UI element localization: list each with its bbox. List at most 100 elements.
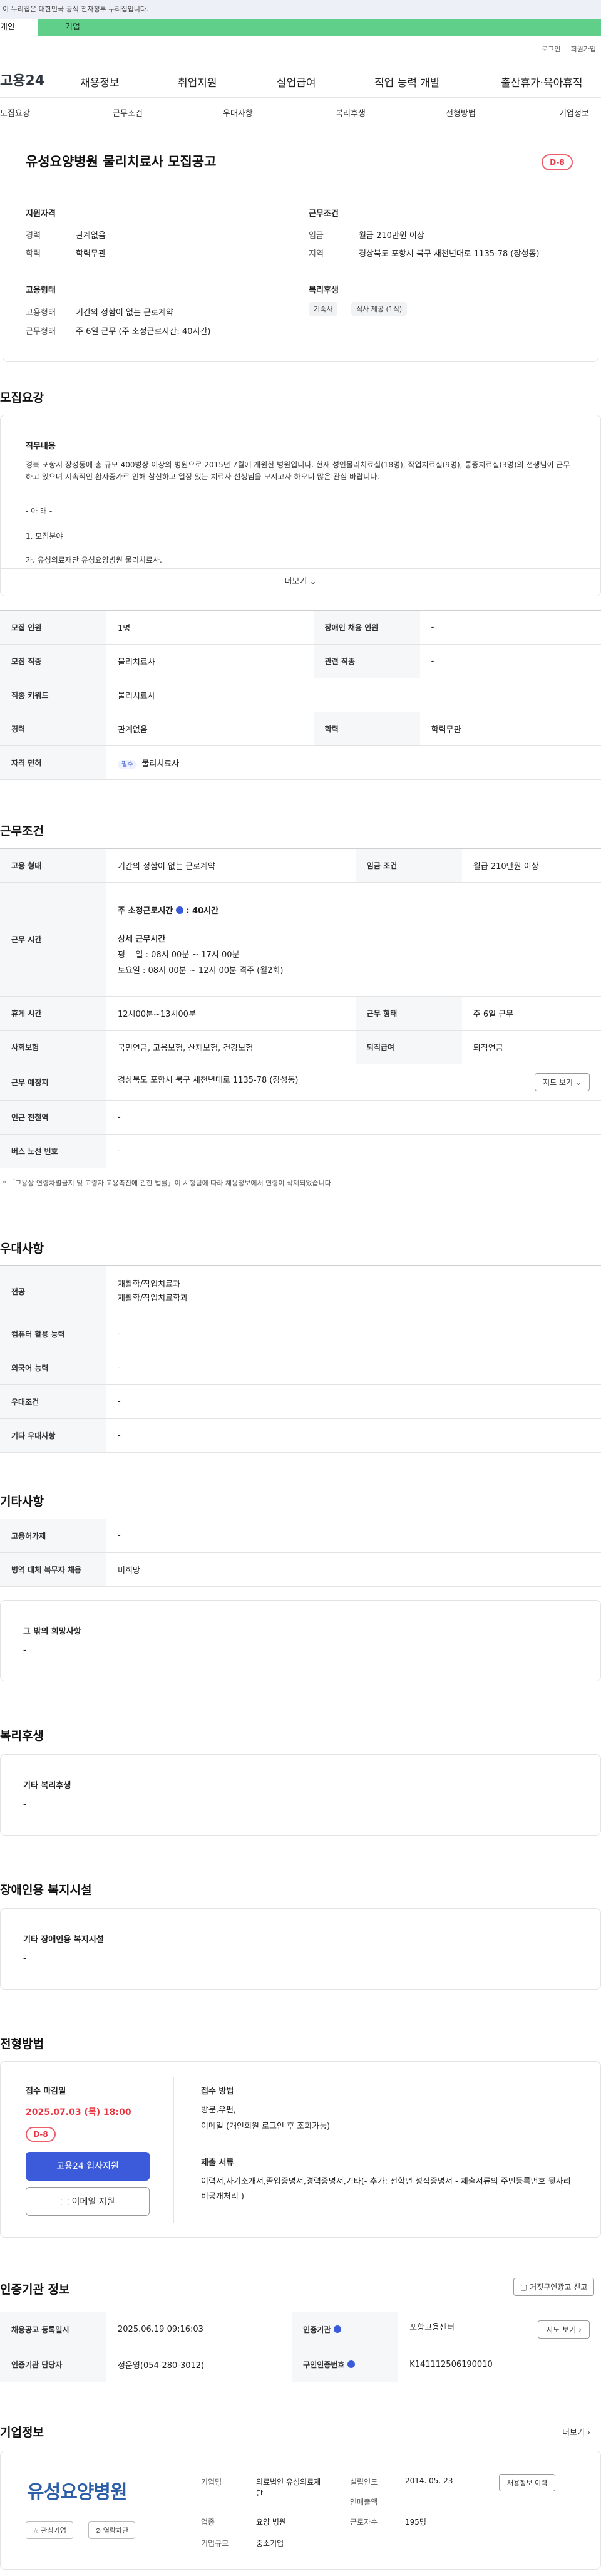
agency-map-button[interactable]: 지도 보기 ›: [538, 2320, 590, 2339]
snb-conditions[interactable]: 근무조건: [113, 106, 143, 118]
cell-value: 물리치료사: [106, 678, 601, 712]
work-type-value: 주 6일 근무 (주 소정근로시간: 40시간): [76, 327, 211, 336]
favorite-label: 관심기업: [41, 2527, 66, 2535]
agency-label: 인증기관: [303, 2325, 331, 2334]
deadline-label: 접수 마감일: [26, 2087, 66, 2096]
field-value: 요양 병원: [256, 2518, 286, 2527]
nav-jobs[interactable]: 채용정보: [80, 74, 120, 90]
snb-recruit[interactable]: 모집요강: [0, 106, 30, 118]
wage-label: 임금: [309, 231, 324, 241]
job-desc-line: 1. 모집분야: [26, 532, 63, 541]
qualification-heading: 지원자격: [26, 209, 56, 219]
info-icon: [347, 2360, 355, 2368]
required-tag: 필수: [118, 760, 137, 769]
field-label: 기업규모: [201, 2539, 229, 2548]
etc-table: 고용허가제 - 병역 대체 복무자 채용 비희망: [0, 1519, 601, 1587]
emp-type-value: 기간의 정함이 없는 근로계약: [76, 308, 173, 318]
conditions-section-heading: 근무조건: [0, 824, 44, 838]
cell-label: 장애인 채용 인원: [313, 610, 420, 645]
apply-box: 접수 마감일 2025.07.03 (목) 18:00 D-8 고용24 입사지…: [0, 2061, 601, 2238]
nav-unemployment-benefit[interactable]: 실업급여: [277, 74, 316, 90]
cell-label: 직종 키워드: [0, 678, 106, 712]
job-desc-line: 가. 유성의료재단 유성요양병원 물리치료사.: [26, 556, 162, 564]
divider: [173, 2077, 174, 2223]
education-label: 학력: [26, 249, 41, 259]
email-apply-button[interactable]: 이메일 지원: [26, 2187, 150, 2216]
welfare-section-heading: 복리후생: [0, 1729, 44, 1743]
more-label: 더보기: [284, 577, 307, 586]
cell-value: 12시00분~13시00분: [106, 996, 356, 1031]
career-label: 경력: [26, 231, 41, 241]
tab-company[interactable]: 기업: [38, 19, 601, 36]
hiring-history-button[interactable]: 채용정보 이력: [499, 2474, 556, 2491]
cell-label: 기타 우대사항: [0, 1418, 106, 1453]
method-value: 방문,우편,: [201, 2106, 237, 2115]
block-view-button[interactable]: ⊘ 열람차단: [88, 2521, 136, 2539]
field-label: 설립연도: [350, 2478, 378, 2486]
welfare-box-value: -: [23, 1800, 26, 1809]
snb-welfare[interactable]: 복리후생: [336, 106, 366, 118]
weekly-hours-value: : 40시간: [186, 906, 219, 916]
site-logo[interactable]: 고용24: [0, 70, 75, 90]
chevron-down-icon: ⌄: [575, 1078, 582, 1087]
detail-hours-line: 토요일 : 08시 00분 ~ 12시 00분 격주 (월2회): [118, 965, 284, 975]
nav-training[interactable]: 직업 능력 개발: [374, 74, 440, 90]
cell-label: 컴퓨터 활용 능력: [0, 1317, 106, 1351]
job-desc-line: - 아 래 -: [26, 507, 53, 516]
method-value: 이메일 (개인회원 로그인 후 조회가능): [201, 2122, 331, 2131]
cell-value: 주 6일 근무: [461, 996, 601, 1031]
conditions-heading: 근무조건: [309, 209, 339, 219]
hope-value: -: [23, 1646, 26, 1655]
field-value: 의료법인 유성의료재단: [256, 2478, 321, 2498]
tab-personal[interactable]: 개인: [0, 19, 38, 36]
cell-label: 근무 시간: [0, 882, 106, 997]
report-ad-label: 거짓구인광고 신고: [530, 2283, 588, 2292]
clock-icon: [175, 906, 183, 914]
company-more-label: 더보기: [562, 2428, 585, 2438]
snb-company[interactable]: 기업정보: [559, 106, 589, 118]
cell-label: 퇴직급여: [355, 1030, 462, 1064]
cell-label: 인증기관 담당자: [0, 2347, 106, 2382]
map-button[interactable]: 지도 보기 ⌄: [535, 1073, 590, 1091]
apply-online-button[interactable]: 고용24 입사지원: [26, 2152, 150, 2181]
cell-label: 구인인증번호: [292, 2347, 399, 2382]
more-button[interactable]: 더보기 ⌄: [0, 568, 601, 596]
job-desc-heading: 직무내용: [26, 442, 56, 451]
cell-label: 자격 면허: [0, 745, 106, 780]
recruit-heading: 모집요강: [0, 391, 44, 405]
disabled-box: 기타 장애인용 복지시설 -: [0, 1908, 601, 1990]
block-label: 열람차단: [103, 2527, 129, 2535]
favorite-company-button[interactable]: ☆ 관심기업: [26, 2521, 73, 2539]
signup-link[interactable]: 회원가입: [571, 44, 596, 54]
nav-parental-leave[interactable]: 출산휴가·육아휴직: [501, 74, 583, 90]
work-type-label: 근무형태: [26, 327, 56, 336]
cell-value: K141112506190010: [398, 2347, 601, 2382]
cell-value: 퇴직연금: [461, 1030, 601, 1064]
login-link[interactable]: 로그인: [542, 44, 560, 54]
nav-employment-support[interactable]: 취업지원: [178, 74, 217, 90]
job-desc-box: 직무내용 경북 포항시 장성동에 총 규모 400병상 이상의 병원으로 201…: [0, 415, 601, 569]
chevron-right-icon: ›: [578, 2325, 582, 2334]
cell-label: 고용허가제: [0, 1519, 106, 1553]
util-bar: 로그인 회원가입: [0, 36, 601, 61]
weekly-hours-label: 주 소정근로시간: [118, 906, 173, 916]
cell-label: 채용공고 등록일시: [0, 2312, 106, 2347]
field-value: 중소기업: [256, 2539, 284, 2548]
global-nav: 고용24 채용정보 취업지원 실업급여 직업 능력 개발 출산휴가·육아휴직: [0, 61, 601, 98]
cell-value: 학력무관: [419, 712, 601, 746]
cell-label: 사회보험: [0, 1030, 106, 1064]
cell-value: -: [106, 1418, 601, 1453]
docs-heading: 제출 서류: [201, 2158, 234, 2168]
company-more-link[interactable]: 더보기 ›: [562, 2426, 590, 2438]
education-value: 학력무관: [76, 249, 106, 259]
apply-heading: 전형방법: [0, 2037, 44, 2051]
cell-value: 관계없음: [106, 712, 314, 746]
welfare-chip: 기숙사: [309, 302, 338, 316]
snb-process[interactable]: 전형방법: [446, 106, 476, 118]
report-ad-button[interactable]: ▢ 거짓구인광고 신고: [513, 2278, 595, 2296]
snb-preference[interactable]: 우대사항: [223, 106, 253, 118]
work-location: 경상북도 포항시 북구 새천년대로 1135-78 (장성동): [118, 1076, 299, 1085]
area-label: 지역: [309, 249, 324, 259]
gov-banner: 이 누리집은 대한민국 공식 전자정부 누리집입니다.: [0, 0, 601, 19]
preference-heading: 우대사항: [0, 1242, 44, 1255]
